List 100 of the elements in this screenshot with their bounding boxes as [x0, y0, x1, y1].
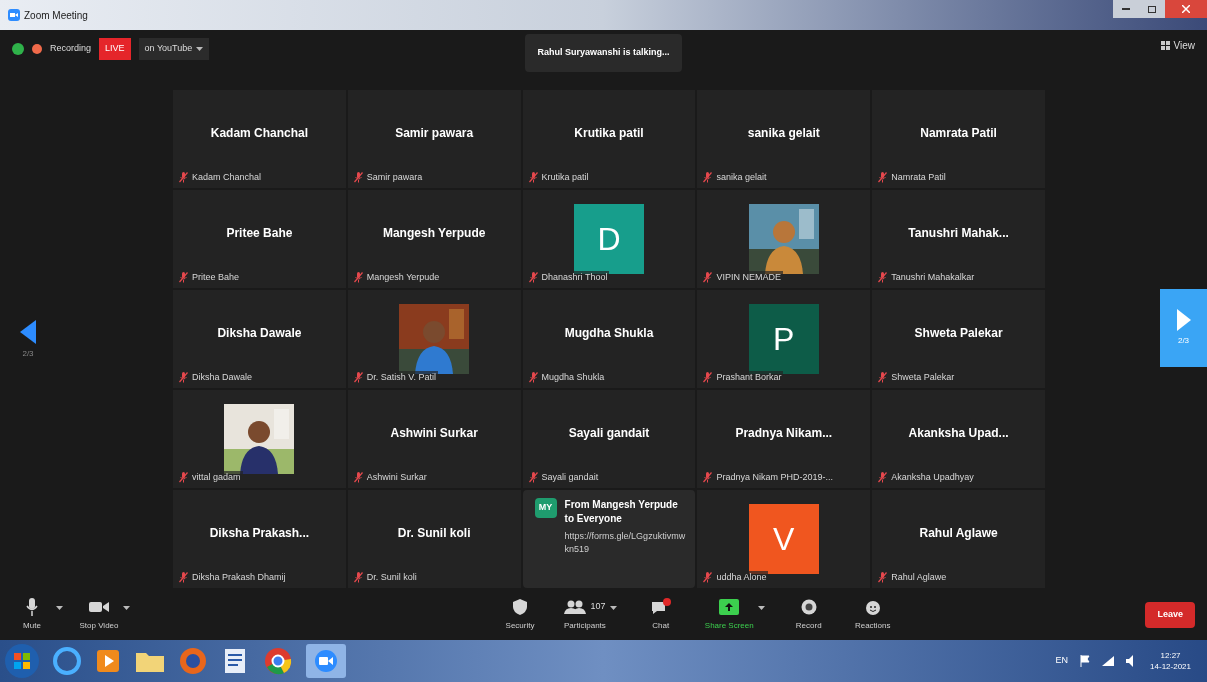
clock[interactable]: 12:27 14-12-2021 — [1150, 650, 1191, 672]
participant-name: Shweta Palekar — [914, 325, 1003, 342]
close-icon — [1182, 5, 1190, 13]
participant-label: Diksha Prakash Dhamij — [192, 570, 286, 584]
letter-avatar: D — [574, 204, 644, 274]
caret-icon[interactable] — [56, 606, 63, 610]
participant-label: Rahul Aglawe — [891, 570, 947, 584]
participants-button[interactable]: 107 Participants — [564, 598, 606, 632]
muted-mic-icon — [353, 571, 363, 583]
security-button[interactable]: Security — [500, 598, 540, 632]
participant-name: Dr. Sunil koli — [397, 525, 471, 542]
participant-name: Sayali gandait — [568, 425, 650, 442]
share-screen-icon — [719, 599, 740, 615]
muted-mic-icon — [878, 371, 888, 383]
live-stream-button[interactable]: on YouTube — [138, 38, 210, 60]
record-button[interactable]: Record — [788, 598, 829, 632]
participant-name: sanika gelait — [747, 125, 820, 142]
previous-page-button[interactable]: 2/3 — [20, 320, 36, 360]
muted-mic-icon — [353, 271, 363, 283]
muted-mic-icon — [703, 371, 713, 383]
caret-icon[interactable] — [123, 606, 130, 610]
media-player-icon[interactable] — [94, 647, 122, 675]
participant-name: Pradnya Nikam... — [735, 425, 833, 442]
participant-label: Mugdha Shukla — [541, 370, 605, 384]
chrome-icon[interactable] — [262, 645, 294, 677]
muted-mic-icon — [703, 471, 713, 483]
minimize-button[interactable] — [1113, 0, 1139, 18]
participant-label: sanika gelait — [716, 170, 767, 184]
muted-mic-icon — [703, 271, 713, 283]
video-camera-icon — [8, 9, 20, 21]
letter-avatar: V — [748, 504, 819, 574]
window-title: Zoom Meeting — [24, 8, 88, 23]
muted-mic-icon — [353, 171, 363, 183]
sender-avatar: MY — [534, 498, 557, 518]
participant-name: Mangesh Yerpude — [382, 225, 486, 242]
participant-label: Dr. Satish V. Patil — [366, 370, 436, 384]
participant-label: VIPIN NEMADE — [716, 270, 781, 284]
grid-icon — [1160, 41, 1170, 50]
participant-label: Dr. Sunil koli — [366, 570, 417, 584]
participant-label: vittal gadam — [192, 470, 241, 484]
camera-icon — [89, 601, 109, 613]
leave-button[interactable]: Leave — [1145, 602, 1195, 628]
video-camera-icon[interactable] — [306, 644, 346, 678]
participant-label: Namrata Patil — [891, 170, 946, 184]
muted-mic-icon — [179, 471, 188, 483]
flag-icon[interactable] — [1080, 655, 1091, 667]
caret-icon[interactable] — [196, 46, 204, 51]
maximize-button[interactable] — [1139, 0, 1165, 18]
video-button[interactable]: Stop Video — [79, 598, 119, 632]
chat-icon — [650, 598, 671, 616]
people-icon — [564, 600, 587, 614]
muted-mic-icon — [528, 471, 538, 483]
caret-icon[interactable] — [757, 606, 765, 610]
shield-icon — [513, 599, 527, 615]
caret-icon[interactable] — [609, 606, 617, 610]
muted-mic-icon — [703, 171, 713, 183]
participant-name: Ashwini Surkar — [390, 425, 478, 442]
muted-mic-icon — [528, 271, 538, 283]
muted-mic-icon — [179, 371, 188, 383]
share-button[interactable]: Share Screen — [704, 598, 754, 632]
participant-name: Akanksha Upad... — [908, 425, 1009, 442]
muted-mic-icon — [878, 271, 888, 283]
chat-button[interactable]: Chat — [640, 598, 681, 632]
participant-name: Rahul Aglawe — [919, 525, 998, 542]
participant-name: Tanushri Mahak... — [908, 225, 1009, 242]
view-button[interactable]: View — [1160, 38, 1195, 53]
record-icon — [800, 599, 817, 615]
muted-mic-icon — [528, 171, 538, 183]
mic-button[interactable]: Mute — [12, 598, 52, 632]
participant-name: Krutika patil — [574, 125, 644, 142]
participant-label: Mangesh Yerpude — [366, 270, 440, 284]
participant-count: 107 — [590, 600, 606, 614]
chat-notification[interactable]: MY From Mangesh Yerpude to Everyone https://forms.gle/LGgzuktivmwkn519 — [522, 490, 696, 588]
participant-label: Tanushri Mahakalkar — [891, 270, 975, 284]
muted-mic-icon — [179, 171, 188, 183]
participant-name: Diksha Dawale — [217, 325, 302, 342]
participant-name: Mugdha Shukla — [564, 325, 654, 342]
muted-mic-icon — [878, 571, 888, 583]
participant-label: Pradnya Nikam PHD-2019-... — [716, 470, 833, 484]
recording-label: Recording — [50, 42, 92, 55]
muted-mic-icon — [528, 371, 538, 383]
right-arrow-icon — [1176, 309, 1191, 331]
participant-label: Krutika patil — [541, 170, 589, 184]
participant-label: Samir pawara — [366, 170, 423, 184]
letter-avatar: P — [748, 304, 819, 374]
start-orb-icon[interactable] — [4, 643, 40, 679]
muted-mic-icon — [878, 471, 888, 483]
reactions-button[interactable]: Reactions — [852, 598, 893, 632]
signal-icon[interactable] — [1102, 656, 1115, 666]
muted-mic-icon — [878, 171, 888, 183]
participant-name: Pritee Bahe — [226, 225, 293, 242]
microphone-icon — [26, 598, 38, 616]
close-button[interactable] — [1165, 0, 1207, 18]
record-dot-icon — [32, 43, 42, 54]
participant-label: Ashwini Surkar — [366, 470, 427, 484]
participant-name: Kadam Chanchal — [210, 125, 309, 142]
muted-mic-icon — [179, 271, 188, 283]
live-badge: LIVE — [99, 38, 131, 60]
language-indicator[interactable]: EN — [1055, 654, 1069, 668]
chat-message: https://forms.gle/LGgzuktivmwkn519 — [564, 530, 687, 556]
